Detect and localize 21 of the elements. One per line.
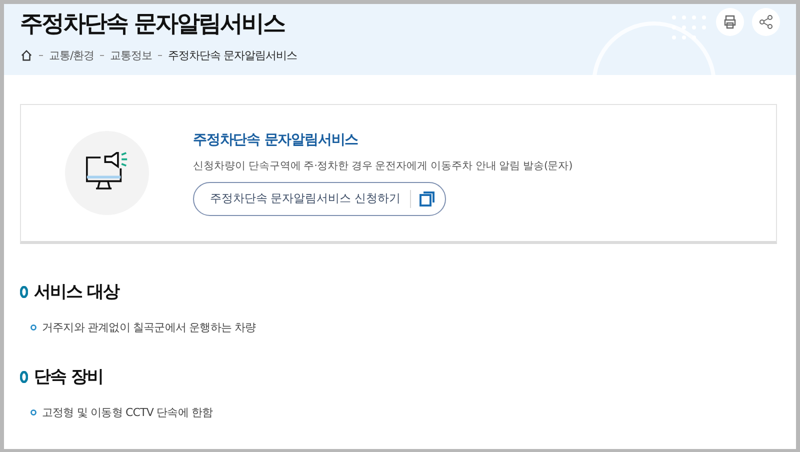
bullet-icon <box>30 324 37 331</box>
breadcrumb-link[interactable]: 교통/환경 <box>49 48 94 63</box>
service-description: 신청차량이 단속구역에 주·정차한 경우 운전자에게 이동주차 안내 알림 발송(문자) <box>193 158 572 172</box>
page-title: 주정차단속 문자알림서비스 <box>20 10 286 39</box>
list-item: 고정형 및 이동형 CCTV 단속에 한함 <box>42 405 213 420</box>
list-item: 거주지와 관계없이 칠곡군에서 운행하는 차량 <box>42 320 256 335</box>
share-icon <box>758 14 774 30</box>
heading-marker-icon <box>20 370 28 382</box>
service-title: 주정차단속 문자알림서비스 <box>193 130 360 148</box>
print-button[interactable] <box>716 8 744 36</box>
breadcrumb-link[interactable]: 교통정보 <box>110 48 152 63</box>
new-window-icon <box>419 190 436 206</box>
heading-marker-icon <box>20 286 28 298</box>
bullet-icon <box>30 409 37 416</box>
home-icon[interactable] <box>20 49 33 62</box>
print-icon <box>722 14 738 30</box>
section-heading: 단속 장비 <box>34 366 103 388</box>
breadcrumb-link[interactable]: 주정차단속 문자알림서비스 <box>168 48 298 63</box>
share-button[interactable] <box>752 8 780 36</box>
apply-button[interactable]: 주정차단속 문자알림서비스 신청하기 <box>193 182 446 216</box>
section-heading: 서비스 대상 <box>34 281 119 303</box>
